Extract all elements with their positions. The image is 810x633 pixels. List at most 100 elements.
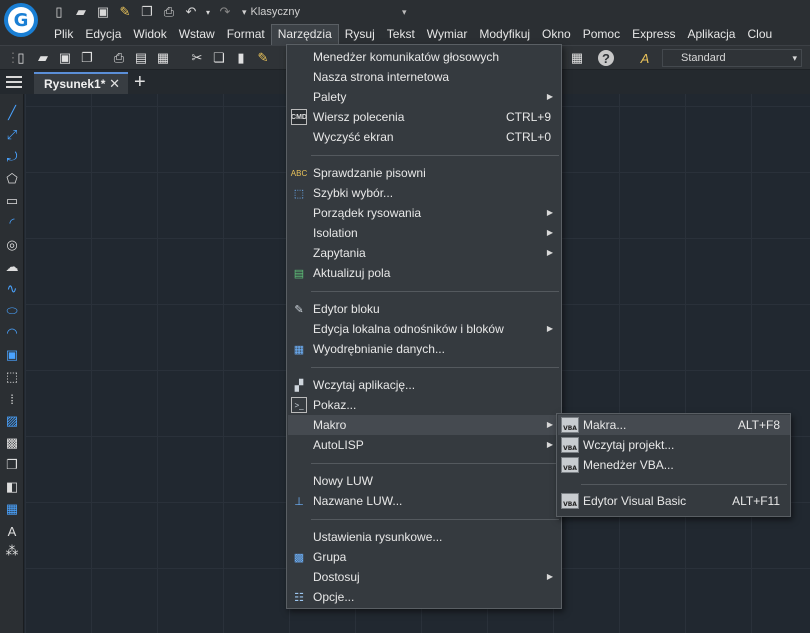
toolbar-copy-icon[interactable]: ❏	[210, 49, 228, 67]
menu-item-isolation[interactable]: Isolation ▶	[288, 223, 561, 243]
menu-item-vb-editor[interactable]: VBA Edytor Visual Basic ALT+F11	[558, 491, 790, 511]
app-logo[interactable]: G	[4, 3, 38, 37]
draw-toolbar: ╱ ⤢ ⤾ ⬠ ▭ ◜ ◎ ☁ ∿ ⬭ ◠ ▣ ⬚ ⁞ ▨ ▩ ❐ ◧ ▦ A …	[0, 94, 24, 633]
mtext-icon[interactable]: A	[3, 522, 21, 540]
toolbar-print-icon[interactable]: ⎙	[110, 49, 128, 67]
toolbar-calculator-icon[interactable]: ▦	[568, 49, 586, 67]
menu-edycja[interactable]: Edycja	[79, 24, 127, 45]
menu-aplikacja[interactable]: Aplikacja	[681, 24, 741, 45]
make-block-icon[interactable]: ⬚	[3, 368, 21, 386]
toolbar-save-icon[interactable]: ▣	[56, 49, 74, 67]
menu-widok[interactable]: Widok	[127, 24, 172, 45]
menu-item-quick-select[interactable]: ⬚ Szybki wybór...	[288, 183, 561, 203]
menu-item-inquiry[interactable]: Zapytania ▶	[288, 243, 561, 263]
ellipse-icon[interactable]: ⬭	[3, 302, 21, 320]
vba-macro-icon: VBA	[561, 417, 579, 433]
new-tab-icon[interactable]: +	[134, 71, 146, 93]
tab-rysunek1[interactable]: Rysunek1* ✕	[34, 72, 128, 94]
add-selected-icon[interactable]: ⁂	[3, 542, 21, 560]
ray-icon[interactable]: ⤢	[3, 126, 21, 144]
ellipse-arc-icon[interactable]: ◠	[3, 324, 21, 342]
region-icon[interactable]: ❐	[3, 456, 21, 474]
menu-item-autolisp[interactable]: AutoLISP ▶	[288, 435, 561, 455]
toolbar-paste-icon[interactable]: ▮	[232, 49, 250, 67]
script-icon: >_	[291, 397, 307, 413]
workspace-select[interactable]: ▾ Klasyczny	[242, 6, 392, 18]
gradient-icon[interactable]: ▩	[3, 434, 21, 452]
polyline-icon[interactable]: ⤾	[3, 148, 21, 166]
menu-rysuj[interactable]: Rysuj	[339, 24, 381, 45]
menu-item-load-project[interactable]: VBA Wczytaj projekt...	[558, 435, 790, 455]
toolbar-open-icon[interactable]: ▰	[34, 49, 52, 67]
undo-dropdown-icon[interactable]: ▾	[204, 3, 212, 21]
menu-plik[interactable]: Plik	[48, 24, 79, 45]
menu-item-macro[interactable]: Makro ▶	[288, 415, 561, 435]
menu-okno[interactable]: Okno	[536, 24, 577, 45]
menu-item-update-fields[interactable]: ▤ Aktualizuj pola	[288, 263, 561, 283]
print-icon[interactable]: ⎙	[160, 3, 178, 21]
insert-block-icon[interactable]: ▣	[3, 346, 21, 364]
close-tab-icon[interactable]: ✕	[109, 74, 120, 94]
save-icon[interactable]: ▣	[94, 3, 112, 21]
line-icon[interactable]: ╱	[3, 104, 21, 122]
menu-item-voice-manager[interactable]: Menedżer komunikatów głosowych	[288, 47, 561, 67]
wipeout-icon[interactable]: ◧	[3, 478, 21, 496]
menu-item-data-extraction[interactable]: ▦ Wyodrębnianie danych...	[288, 339, 561, 359]
menu-item-vba-manager[interactable]: VBA Menedżer VBA...	[558, 455, 790, 475]
toolbar-saveas-icon[interactable]: ❐	[78, 49, 96, 67]
menu-item-options[interactable]: ☷ Opcje...	[288, 587, 561, 607]
menu-item-group[interactable]: ▩ Grupa	[288, 547, 561, 567]
spline-icon[interactable]: ∿	[3, 280, 21, 298]
customize-qa-icon[interactable]: ▾	[402, 7, 407, 18]
toolbar-help-icon[interactable]: ?	[598, 50, 614, 66]
menu-format[interactable]: Format	[221, 24, 271, 45]
group-icon: ▩	[293, 551, 305, 564]
new-icon[interactable]: ▯	[50, 3, 68, 21]
redo-icon[interactable]: ↷	[216, 3, 234, 21]
toolbar-textstyle-icon[interactable]: A	[636, 49, 654, 67]
hamburger-menu-icon[interactable]	[6, 76, 22, 88]
menu-item-palettes[interactable]: Palety ▶	[288, 87, 561, 107]
polygon-icon[interactable]: ⬠	[3, 170, 21, 188]
toolbar-publish-icon[interactable]: ▦	[154, 49, 172, 67]
hatch-icon[interactable]: ▨	[3, 412, 21, 430]
menu-item-load-app[interactable]: ▞ Wczytaj aplikację...	[288, 375, 561, 395]
menu-item-customize[interactable]: Dostosuj ▶	[288, 567, 561, 587]
menu-wymiar[interactable]: Wymiar	[421, 24, 474, 45]
menu-pomoc[interactable]: Pomoc	[577, 24, 626, 45]
menu-wstaw[interactable]: Wstaw	[173, 24, 221, 45]
save-as-icon[interactable]: ✎	[116, 3, 134, 21]
arc-icon[interactable]: ◜	[3, 214, 21, 232]
menu-item-macros[interactable]: VBA Makra... ALT+F8	[558, 415, 790, 435]
menu-cloud[interactable]: Clou	[741, 24, 778, 45]
table-icon[interactable]: ▦	[3, 500, 21, 518]
menu-item-script[interactable]: >_ Pokaz...	[288, 395, 561, 415]
workspace-value: Klasyczny	[250, 6, 301, 18]
menu-item-command-line[interactable]: CMD Wiersz polecenia CTRL+9	[288, 107, 561, 127]
text-style-select[interactable]: Standard ▾	[662, 49, 802, 67]
menu-modyfikuj[interactable]: Modyfikuj	[473, 24, 536, 45]
menu-item-ref-edit[interactable]: Edycja lokalna odnośników i bloków ▶	[288, 319, 561, 339]
circle-icon[interactable]: ◎	[3, 236, 21, 254]
menu-item-website[interactable]: Nasza strona internetowa	[288, 67, 561, 87]
menu-tekst[interactable]: Tekst	[381, 24, 421, 45]
menu-narzedzia[interactable]: Narzędzia	[270, 24, 339, 45]
copy-icon[interactable]: ❐	[138, 3, 156, 21]
point-icon[interactable]: ⁞	[3, 390, 21, 408]
open-icon[interactable]: ▰	[72, 3, 90, 21]
toolbar-new-icon[interactable]: ▯	[12, 49, 30, 67]
rectangle-icon[interactable]: ▭	[3, 192, 21, 210]
toolbar-matchprop-icon[interactable]: ✎	[254, 49, 272, 67]
revcloud-icon[interactable]: ☁	[3, 258, 21, 276]
menu-item-new-ucs[interactable]: Nowy LUW	[288, 471, 561, 491]
toolbar-cut-icon[interactable]: ✂	[188, 49, 206, 67]
menu-item-block-editor[interactable]: ✎ Edytor bloku	[288, 299, 561, 319]
menu-express[interactable]: Express	[626, 24, 681, 45]
menu-item-draw-order[interactable]: Porządek rysowania ▶	[288, 203, 561, 223]
toolbar-preview-icon[interactable]: ▤	[132, 49, 150, 67]
menu-item-clear-screen[interactable]: Wyczyść ekran CTRL+0	[288, 127, 561, 147]
menu-item-spellcheck[interactable]: ABC Sprawdzanie pisowni	[288, 163, 561, 183]
undo-icon[interactable]: ↶	[182, 3, 200, 21]
menu-item-named-ucs[interactable]: ⊥ Nazwane LUW...	[288, 491, 561, 511]
menu-item-drafting-settings[interactable]: Ustawienia rysunkowe...	[288, 527, 561, 547]
